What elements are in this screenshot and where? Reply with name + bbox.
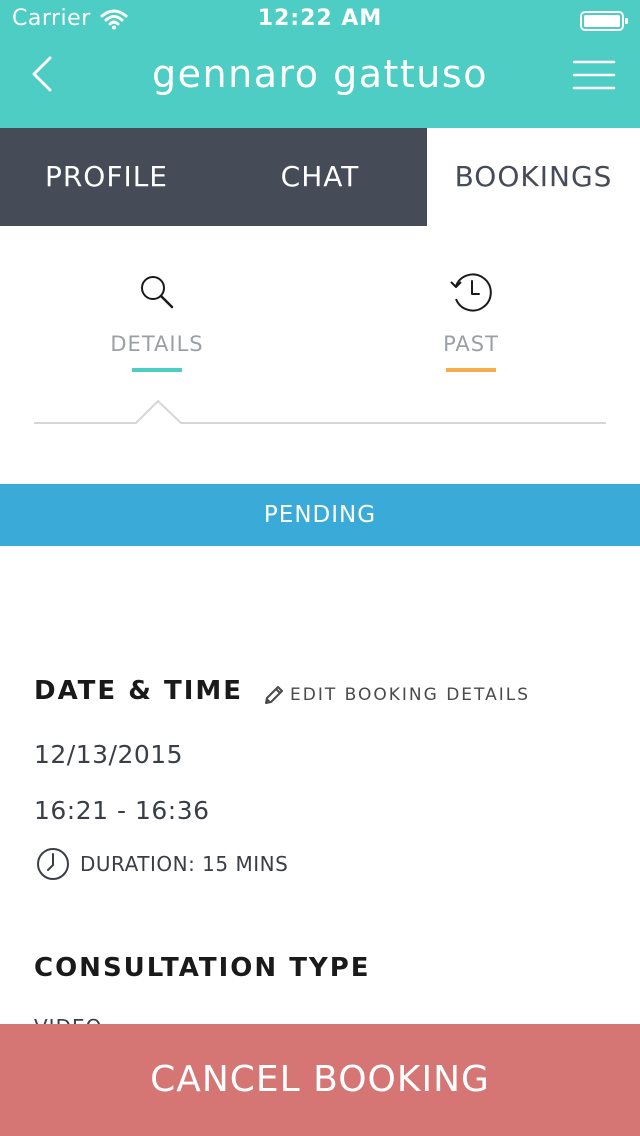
pencil-icon [265, 686, 283, 704]
tab-bookings[interactable]: BOOKINGS [427, 128, 640, 226]
status-time: 12:22 AM [257, 6, 383, 31]
subtab-details[interactable]: DETAILS [77, 268, 237, 378]
status-bar: Carrier 12:22 AM [0, 0, 640, 40]
subtab-details-label: DETAILS [110, 332, 204, 356]
booking-time-range: 16:21 - 16:36 [34, 796, 210, 825]
date-time-heading: DATE & TIME [34, 676, 244, 706]
duration-label: DURATION: 15 MINS [80, 852, 289, 876]
page-title: gennaro gattuso [152, 52, 488, 96]
main-tab-bar: PROFILE CHAT BOOKINGS [0, 128, 640, 226]
edit-booking-details-button[interactable]: EDIT BOOKING DETAILS [262, 680, 530, 710]
subtab-past-label: PAST [443, 332, 499, 356]
subtab-divider [34, 399, 606, 424]
search-icon [141, 276, 174, 309]
tab-chat[interactable]: CHAT [213, 128, 427, 226]
booking-status-banner: PENDING [0, 484, 640, 546]
edit-booking-details-label: EDIT BOOKING DETAILS [290, 685, 531, 705]
subtab-past[interactable]: PAST [391, 268, 551, 378]
subtab-past-indicator [446, 368, 496, 372]
history-icon [450, 273, 492, 312]
booking-date: 12/13/2015 [34, 740, 184, 769]
back-button[interactable] [22, 52, 66, 96]
duration-row: DURATION: 15 MINS [36, 846, 288, 882]
battery-icon [580, 11, 628, 31]
hamburger-menu-icon[interactable] [570, 56, 620, 96]
subtab-details-indicator [132, 368, 182, 372]
cancel-booking-button[interactable]: CANCEL BOOKING [0, 1024, 640, 1136]
app-header: Carrier 12:22 AM gennaro gattuso [0, 0, 640, 128]
booking-subtabs: DETAILS PAST [0, 226, 640, 456]
booking-details-screen: Carrier 12:22 AM gennaro gattuso PROFILE… [0, 0, 640, 1136]
consultation-type-heading: CONSULTATION TYPE [34, 953, 371, 983]
tab-profile[interactable]: PROFILE [0, 128, 213, 226]
clock-icon [37, 848, 69, 880]
